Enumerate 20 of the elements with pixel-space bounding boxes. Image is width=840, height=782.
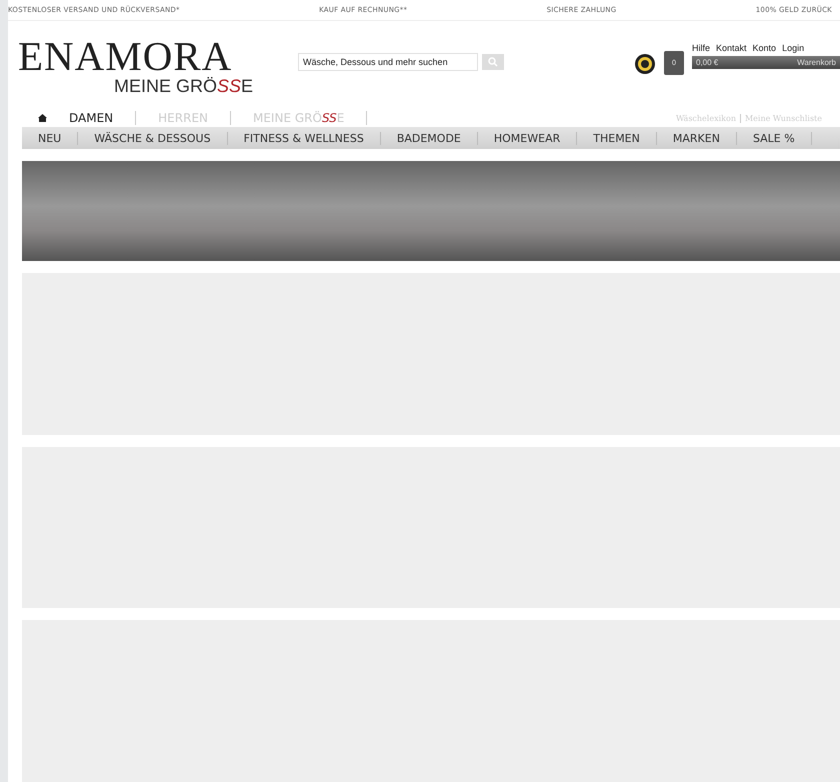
home-icon[interactable] <box>38 114 47 122</box>
logo-text[interactable]: ENAMORA <box>18 36 298 76</box>
menu-item[interactable]: WÄSCHE & DESSOUS <box>78 132 228 144</box>
menu-item[interactable]: FITNESS & WELLNESS <box>228 132 381 144</box>
menu-item[interactable]: NEU <box>22 132 78 144</box>
menu-item[interactable]: BADEMODE <box>380 132 478 144</box>
account-link[interactable]: Kontakt <box>716 43 747 53</box>
account-link[interactable]: Login <box>782 43 804 53</box>
account-link[interactable]: Hilfe <box>692 43 710 53</box>
category-tab[interactable]: DAMEN <box>47 111 136 125</box>
seal-icon[interactable] <box>634 53 656 75</box>
menu-item[interactable]: HOMEWEAR <box>478 132 578 144</box>
search-icon <box>488 57 498 67</box>
logo-tagline: MEINE GRÖSSE <box>114 76 254 96</box>
menu-item[interactable]: THEMEN <box>577 132 657 144</box>
search-field[interactable]: Wäsche, Dessous und mehr suchen <box>298 53 478 71</box>
account-link[interactable]: Konto <box>752 43 776 53</box>
menu-item[interactable]: SALE % <box>736 132 812 144</box>
cart-bar[interactable]: 0,00 € Warenkorb <box>692 56 840 69</box>
menu-item[interactable]: MARKEN <box>656 132 737 144</box>
